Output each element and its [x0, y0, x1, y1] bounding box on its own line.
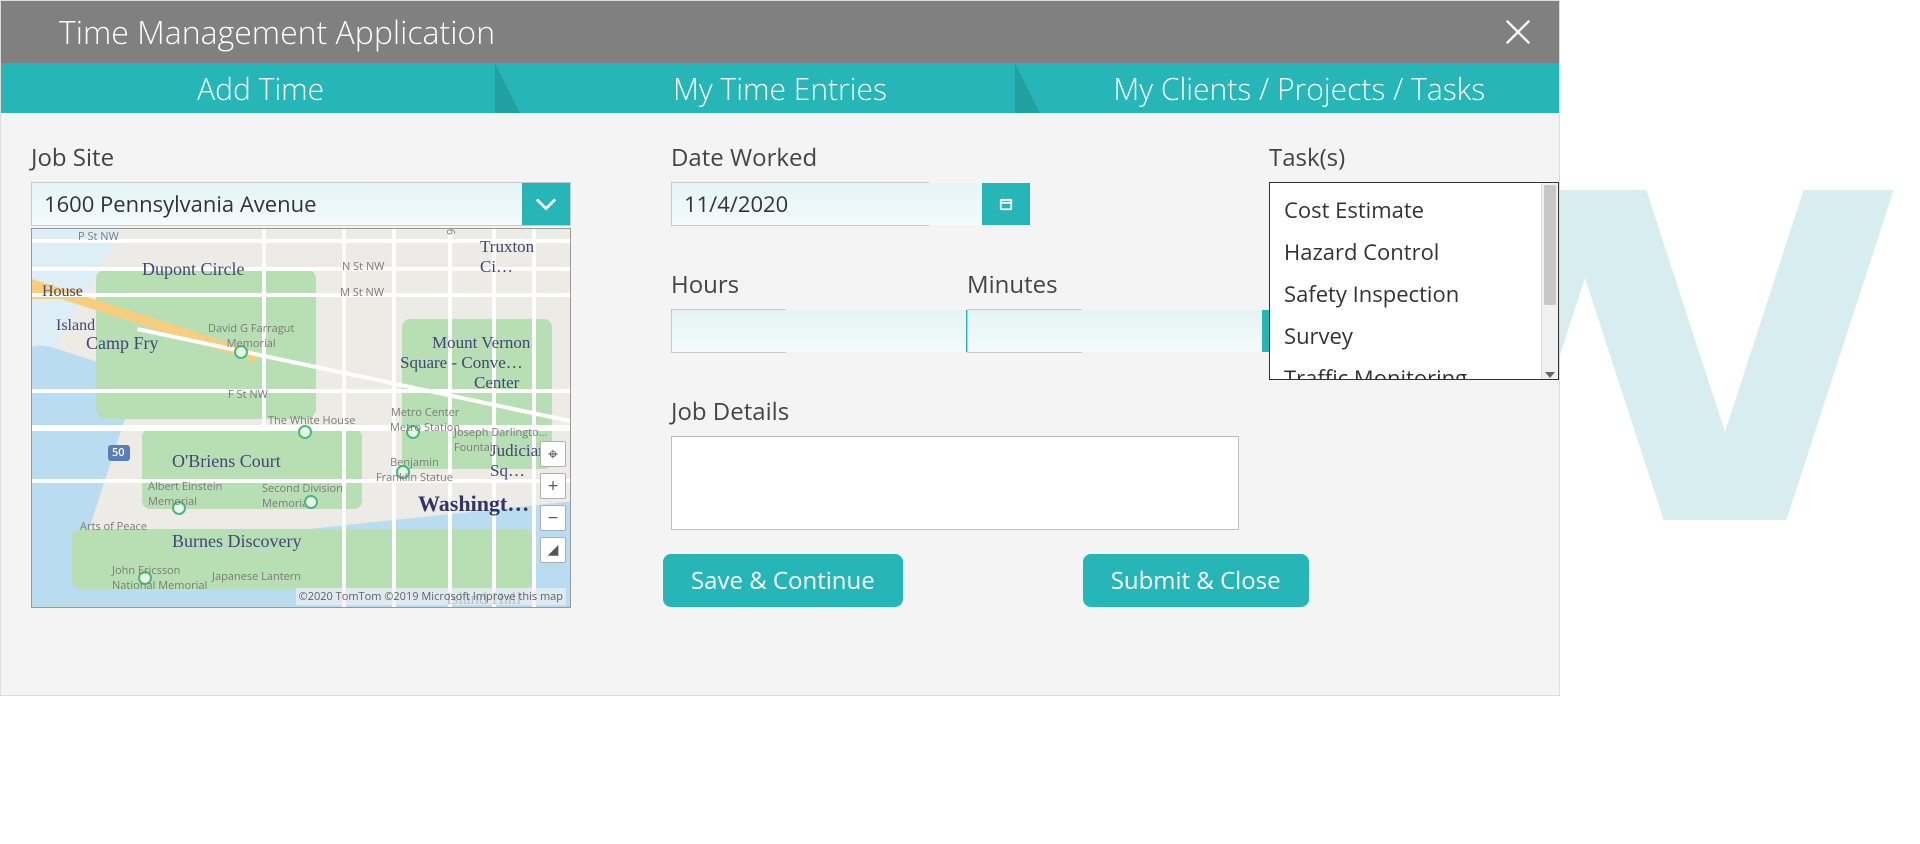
date-worked-label: Date Worked [671, 141, 1239, 174]
tasks-listbox[interactable]: Cost Estimate Hazard Control Safety Insp… [1269, 182, 1559, 380]
map-label-mtvernon3: Center [474, 373, 519, 393]
map-label-truxton: Truxton Ci… [480, 237, 570, 277]
map-label-dupont: Dupont Circle [142, 259, 244, 280]
map-attribution[interactable]: ©2020 TomTom ©2019 Microsoft Improve thi… [296, 588, 567, 605]
map-label-obriens: O'Briens Court [172, 451, 281, 472]
map-zoom-in-button[interactable]: + [540, 473, 566, 499]
map-street-n: N St NW [342, 259, 384, 274]
map-poi-dot [304, 495, 318, 509]
hours-value[interactable] [672, 310, 966, 352]
minutes-value[interactable] [968, 310, 1262, 352]
tab-add-time[interactable]: Add Time [1, 63, 520, 113]
map-label-island: Island [56, 317, 95, 335]
tab-bar: Add Time My Time Entries My Clients / Pr… [1, 63, 1559, 113]
map-poi-lantern: Japanese Lantern [212, 569, 301, 584]
job-site-dropdown[interactable] [31, 182, 571, 226]
task-item[interactable]: Safety Inspection [1282, 273, 1546, 315]
tasks-label: Task(s) [1269, 141, 1559, 174]
map-exit-number: 50 [112, 445, 125, 460]
map-locate-button[interactable]: ⌖ [540, 441, 566, 467]
task-item[interactable]: Survey [1282, 315, 1546, 357]
map-poi-whitehouse: The White House [268, 413, 355, 428]
map-view[interactable]: 50 Dupont Circle Camp Fry O'Briens Court… [31, 228, 571, 608]
tasks-scrollbar[interactable] [1541, 183, 1558, 379]
app-window: Time Management Application Add Time My … [0, 0, 1560, 696]
map-label-mtvernon1: Mount Vernon [432, 333, 530, 353]
title-bar: Time Management Application [1, 1, 1559, 63]
tab-my-clients-projects-tasks[interactable]: My Clients / Projects / Tasks [1040, 63, 1559, 113]
map-street-f: F St NW [228, 387, 268, 402]
map-street-m: M St NW [340, 285, 384, 300]
map-poi-ericsson: John Ericsson National Memorial [112, 563, 207, 593]
map-poi-fountain: Joseph Darlingto… Fountain [454, 425, 547, 455]
map-label-city: Washingt… [418, 491, 529, 517]
job-site-dropdown-button[interactable] [522, 183, 570, 225]
map-poi-peace: Arts of Peace [80, 519, 147, 534]
map-poi-metro: Metro Center Metro Station [390, 405, 460, 435]
map-label-camp-fry: Camp Fry [86, 333, 159, 354]
scrollbar-thumb[interactable] [1544, 185, 1556, 305]
task-item[interactable]: Hazard Control [1282, 231, 1546, 273]
minutes-label: Minutes [967, 268, 1239, 301]
date-worked-field[interactable] [671, 182, 929, 226]
hours-label: Hours [671, 268, 943, 301]
scroll-down-icon [1545, 372, 1555, 378]
save-continue-button[interactable]: Save & Continue [663, 554, 903, 607]
content-area: Job Site [1, 113, 1559, 695]
map-street-p: P St NW [78, 229, 119, 244]
close-button[interactable] [1501, 15, 1535, 49]
job-details-input[interactable] [671, 436, 1239, 530]
close-icon [1503, 17, 1533, 47]
map-poi-franklin: Benjamin Franklin Statue [376, 455, 453, 485]
date-picker-button[interactable] [982, 183, 1030, 225]
map-label-burnes: Burnes Discovery [172, 531, 301, 552]
date-worked-value[interactable] [672, 183, 982, 225]
job-details-label: Job Details [671, 395, 1239, 428]
map-poi-farragut: David G Farragut Memorial [208, 321, 294, 351]
map-poi-2div: Second Division Memorial [262, 481, 343, 511]
map-tilt-button[interactable]: ◢ [540, 537, 566, 563]
map-street-9: 9th St NW [444, 228, 459, 235]
task-item[interactable]: Cost Estimate [1282, 189, 1546, 231]
tab-my-time-entries[interactable]: My Time Entries [520, 63, 1039, 113]
minutes-dropdown[interactable] [967, 309, 1082, 353]
app-title: Time Management Application [59, 11, 495, 54]
chevron-down-icon [535, 197, 557, 211]
map-label-mtvernon2: Square - Conve… [400, 353, 523, 373]
hours-dropdown[interactable] [671, 309, 786, 353]
task-item[interactable]: Traffic Monitoring [1282, 357, 1546, 380]
map-poi-einstein: Albert Einstein Memorial [148, 479, 222, 509]
map-label-house: House [42, 283, 83, 301]
submit-close-button[interactable]: Submit & Close [1083, 554, 1309, 607]
job-site-value[interactable] [32, 183, 522, 225]
job-site-label: Job Site [31, 141, 571, 174]
calendar-icon [995, 197, 1017, 211]
map-zoom-out-button[interactable]: − [540, 505, 566, 531]
